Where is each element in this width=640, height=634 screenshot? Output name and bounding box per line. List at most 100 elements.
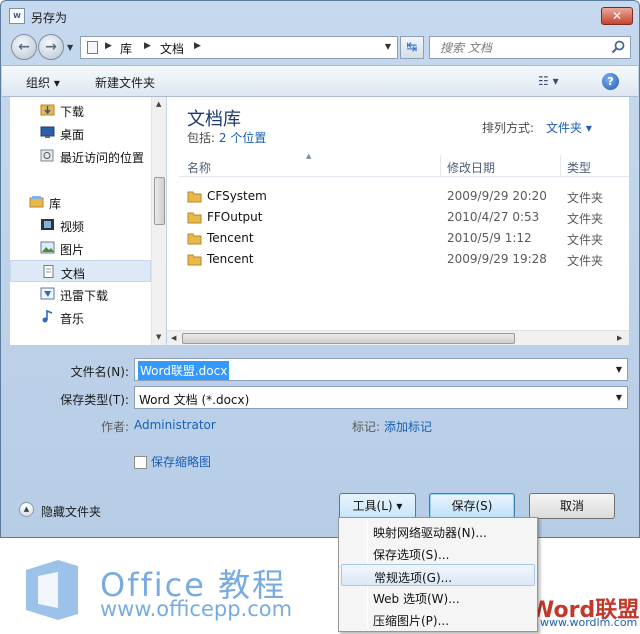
- nav-item-videos[interactable]: 视频: [10, 214, 151, 236]
- library-includes: 包括: 2 个位置: [187, 129, 266, 146]
- library-icon: [29, 196, 44, 208]
- column-date[interactable]: 修改日期: [447, 159, 495, 176]
- arrange-by-label: 排列方式:: [482, 121, 535, 135]
- hide-folders-label: 隐藏文件夹: [41, 505, 102, 519]
- documents-icon: [87, 41, 98, 54]
- menu-item-save-options[interactable]: 保存选项(S)...: [341, 542, 535, 564]
- column-header: ▲ 名称 修改日期 类型: [179, 152, 629, 177]
- download-folder-icon: [40, 104, 55, 116]
- file-date: 2009/9/29 19:28: [447, 252, 547, 266]
- navigation-row: ← → ▼ ▶ 库 ▶ 文档 ▶ ▼ ↹: [1, 31, 639, 65]
- scroll-right-icon[interactable]: ▶: [617, 334, 622, 342]
- file-type: 文件夹: [567, 254, 604, 268]
- file-row[interactable]: Tencent 2009/9/29 19:28 文件夹: [179, 249, 629, 270]
- nav-item-pictures[interactable]: 图片: [10, 237, 151, 259]
- nav-item-downloads[interactable]: 下载: [10, 99, 151, 121]
- scroll-thumb[interactable]: [182, 333, 515, 344]
- navigation-pane: 下载 桌面 最近访问的位置 库 视频 图片 文档 迅雷下载 音乐 ▲ ▼: [10, 97, 166, 345]
- file-name: FFOutput: [207, 210, 263, 224]
- desktop-icon: [40, 126, 55, 138]
- menu-item-label: Web 选项(W)...: [373, 592, 460, 606]
- breadcrumb-separator-icon[interactable]: ▶: [194, 41, 201, 51]
- nav-pane-scrollbar[interactable]: ▲ ▼: [151, 97, 166, 345]
- file-type: 文件夹: [567, 233, 604, 247]
- scroll-down-icon[interactable]: ▼: [156, 333, 161, 341]
- menu-item-web-options[interactable]: Web 选项(W)...: [341, 586, 535, 608]
- word-app-icon: W: [9, 8, 25, 24]
- column-divider[interactable]: [560, 155, 561, 177]
- scroll-left-icon[interactable]: ◀: [171, 334, 176, 342]
- tools-button[interactable]: 工具(L) ▾: [339, 493, 416, 519]
- file-list-scrollbar[interactable]: ◀ ▶: [167, 330, 629, 345]
- nav-item-desktop[interactable]: 桌面: [10, 122, 151, 144]
- filetype-select[interactable]: Word 文档 (*.docx) ▼: [134, 386, 628, 409]
- arrange-by-dropdown[interactable]: 文件夹 ▾: [546, 119, 592, 136]
- close-icon: ✕: [611, 9, 623, 23]
- column-divider[interactable]: [440, 155, 441, 177]
- recent-places-icon: [40, 149, 54, 162]
- menu-item-compress-pictures[interactable]: 压缩图片(P)...: [341, 608, 535, 630]
- breadcrumb-separator-icon[interactable]: ▶: [105, 41, 112, 51]
- filename-value[interactable]: Word联盟.docx: [138, 361, 230, 380]
- column-name[interactable]: 名称: [187, 159, 211, 176]
- file-name: Tencent: [207, 252, 254, 266]
- scroll-thumb[interactable]: [154, 177, 165, 225]
- nav-item-label: 桌面: [60, 128, 85, 142]
- file-type: 文件夹: [567, 212, 604, 226]
- file-row[interactable]: FFOutput 2010/4/27 0:53 文件夹: [179, 207, 629, 228]
- chevron-down-icon[interactable]: ▼: [616, 365, 622, 374]
- menu-item-label: 映射网络驱动器(N)...: [373, 526, 487, 540]
- refresh-button[interactable]: ↹: [400, 36, 424, 59]
- help-icon[interactable]: ?: [602, 73, 619, 90]
- recent-pages-dropdown[interactable]: ▼: [67, 43, 73, 52]
- nav-item-xunlei[interactable]: 迅雷下载: [10, 283, 151, 305]
- nav-item-library[interactable]: 库: [10, 191, 151, 213]
- search-icon[interactable]: [610, 39, 626, 55]
- scroll-up-icon[interactable]: ▲: [156, 100, 161, 108]
- change-view-button[interactable]: ☷ ▾: [538, 74, 559, 88]
- title-bar: W 另存为 ✕: [1, 1, 639, 31]
- filename-input[interactable]: Word联盟.docx ▼: [134, 358, 628, 381]
- back-button[interactable]: ←: [11, 34, 37, 60]
- forward-arrow-icon: →: [45, 39, 57, 55]
- file-name: Tencent: [207, 231, 254, 245]
- search-box[interactable]: [429, 36, 631, 59]
- close-button[interactable]: ✕: [601, 7, 633, 25]
- file-name: CFSystem: [207, 189, 267, 203]
- cancel-button[interactable]: 取消: [529, 493, 615, 519]
- breadcrumb-separator-icon[interactable]: ▶: [144, 41, 151, 51]
- new-folder-button[interactable]: 新建文件夹: [95, 74, 155, 91]
- save-button[interactable]: 保存(S): [429, 493, 515, 519]
- nav-item-music[interactable]: 音乐: [10, 306, 151, 328]
- file-row[interactable]: CFSystem 2009/9/29 20:20 文件夹: [179, 186, 629, 207]
- address-bar[interactable]: ▶ 库 ▶ 文档 ▶ ▼: [80, 36, 398, 59]
- sort-up-icon: ▲: [306, 152, 312, 160]
- nav-item-documents[interactable]: 文档: [10, 260, 151, 282]
- folder-icon: [187, 254, 202, 266]
- nav-item-recent[interactable]: 最近访问的位置: [10, 145, 151, 167]
- nav-item-label: 下载: [60, 105, 85, 119]
- tags-field[interactable]: 添加标记: [384, 418, 432, 435]
- tags-label: 标记:: [352, 420, 381, 434]
- breadcrumb-library[interactable]: 库: [120, 40, 132, 57]
- breadcrumb-documents[interactable]: 文档: [160, 40, 184, 57]
- save-thumbnail-checkbox[interactable]: [134, 456, 147, 469]
- includes-locations-link[interactable]: 2 个位置: [219, 131, 266, 145]
- file-row[interactable]: Tencent 2010/5/9 1:12 文件夹: [179, 228, 629, 249]
- chevron-down-icon[interactable]: ▼: [616, 393, 622, 402]
- organize-button[interactable]: 组织 ▾: [26, 74, 60, 91]
- menu-item-general-options[interactable]: 常规选项(G)...: [341, 564, 535, 586]
- command-bar: 组织 ▾ 新建文件夹 ☷ ▾ ?: [2, 65, 638, 97]
- nav-item-label: 最近访问的位置: [60, 151, 145, 165]
- save-thumbnail-label[interactable]: 保存缩略图: [151, 453, 211, 470]
- forward-button[interactable]: →: [38, 34, 64, 60]
- filename-label: 文件名(N):: [70, 365, 129, 379]
- search-input[interactable]: [430, 37, 608, 58]
- menu-item-map-drive[interactable]: 映射网络驱动器(N)...: [341, 520, 535, 542]
- includes-label: 包括:: [187, 131, 216, 145]
- address-dropdown-icon[interactable]: ▼: [385, 42, 391, 51]
- documents-library-icon: [43, 265, 54, 278]
- author-field[interactable]: Administrator: [134, 418, 216, 432]
- column-type[interactable]: 类型: [567, 159, 591, 176]
- filetype-label: 保存类型(T):: [60, 393, 129, 407]
